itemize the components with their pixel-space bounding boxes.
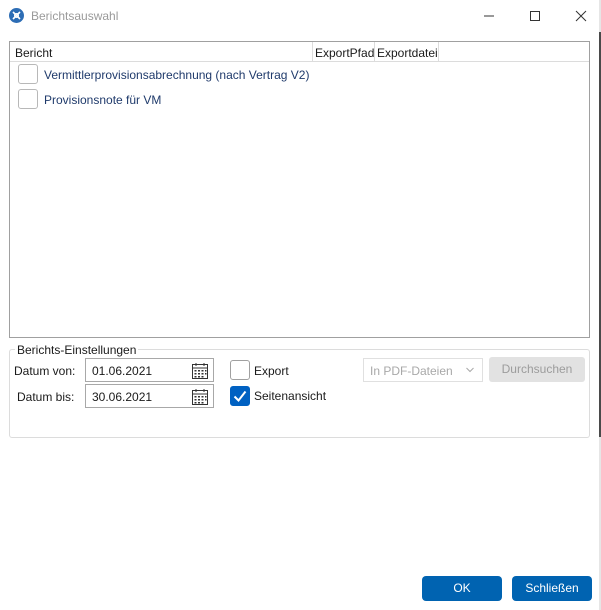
close-button[interactable] bbox=[558, 0, 601, 32]
calendar-icon[interactable] bbox=[191, 388, 209, 406]
app-logo-icon bbox=[9, 8, 24, 23]
export-format-value: In PDF-Dateien bbox=[370, 364, 453, 378]
report-label: Vermittlerprovisionsabrechnung (nach Ver… bbox=[44, 68, 310, 82]
column-separator bbox=[312, 42, 313, 62]
report-list-header: Bericht ExportPfad Exportdatei bbox=[10, 42, 589, 62]
window-title: Berichtsauswahl bbox=[31, 9, 119, 23]
column-separator bbox=[438, 42, 439, 62]
column-header-bericht[interactable]: Bericht bbox=[15, 46, 52, 60]
column-header-exportdatei[interactable]: Exportdatei bbox=[377, 46, 438, 60]
close-icon bbox=[575, 10, 587, 22]
calendar-icon[interactable] bbox=[191, 362, 209, 380]
date-to-field[interactable]: 30.06.2021 bbox=[85, 384, 214, 408]
date-to-label: Datum bis: bbox=[17, 390, 75, 404]
minimize-button[interactable] bbox=[466, 0, 512, 32]
maximize-icon bbox=[530, 11, 540, 21]
close-dialog-button[interactable]: Schließen bbox=[512, 576, 592, 601]
page-view-checkbox[interactable] bbox=[230, 386, 250, 406]
report-label: Provisionsnote für VM bbox=[44, 93, 162, 107]
date-from-value: 01.06.2021 bbox=[92, 364, 153, 378]
export-checkbox[interactable] bbox=[230, 360, 250, 380]
checkmark-icon bbox=[233, 390, 247, 403]
date-to-value: 30.06.2021 bbox=[92, 390, 153, 404]
chevron-down-icon bbox=[466, 367, 474, 373]
report-settings-legend: Berichts-Einstellungen bbox=[15, 343, 139, 357]
export-label: Export bbox=[254, 364, 289, 378]
report-checkbox[interactable] bbox=[18, 89, 38, 109]
column-header-exportpfad[interactable]: ExportPfad bbox=[315, 46, 374, 60]
browse-button[interactable]: Durchsuchen bbox=[489, 357, 585, 382]
report-list: Bericht ExportPfad Exportdatei Vermittle… bbox=[9, 41, 590, 338]
column-separator bbox=[374, 42, 375, 62]
maximize-button[interactable] bbox=[512, 0, 558, 32]
date-from-field[interactable]: 01.06.2021 bbox=[85, 358, 214, 382]
export-format-select[interactable]: In PDF-Dateien bbox=[363, 358, 483, 382]
page-view-label: Seitenansicht bbox=[254, 389, 327, 403]
date-from-label: Datum von: bbox=[14, 364, 76, 378]
minimize-icon bbox=[484, 15, 494, 17]
title-bar: Berichtsauswahl bbox=[0, 0, 601, 32]
report-checkbox[interactable] bbox=[18, 64, 38, 84]
ok-button[interactable]: OK bbox=[422, 576, 502, 601]
